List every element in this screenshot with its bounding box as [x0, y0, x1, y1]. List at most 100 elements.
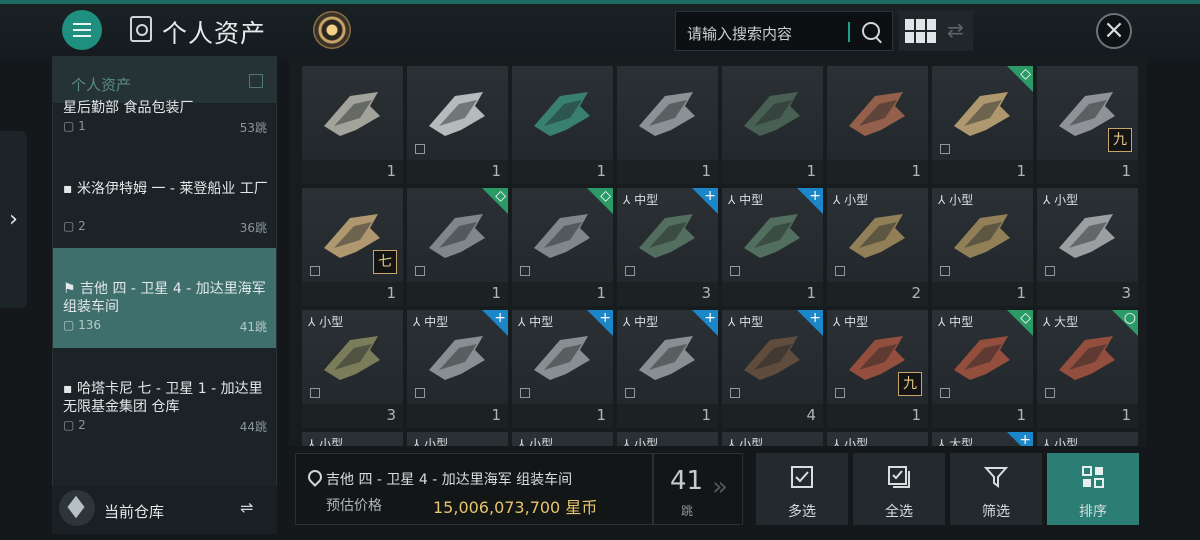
blueprint-icon — [520, 388, 530, 398]
asset-item[interactable]: ⅄ 小型 — [722, 432, 823, 446]
item-size-tag: ⅄ 小型 — [623, 437, 659, 446]
item-art-icon — [639, 92, 695, 136]
asset-item[interactable]: 1九 — [1037, 66, 1138, 184]
blueprint-icon — [310, 266, 320, 276]
asset-item[interactable]: 3 ⅄ 小型 — [1037, 188, 1138, 306]
blueprint-icon — [415, 144, 425, 154]
asset-item[interactable]: ⅄ 小型 — [302, 432, 403, 446]
item-quantity: 1 — [806, 284, 816, 302]
grid-view-icon[interactable] — [905, 19, 936, 43]
item-level-badge: 九 — [898, 372, 922, 396]
asset-item[interactable]: 1 — [827, 66, 928, 184]
location-item[interactable] — [53, 448, 276, 490]
edit-icon[interactable] — [249, 74, 263, 88]
asset-item[interactable]: 4 ⅄ 中型 + — [722, 310, 823, 428]
switch-view-icon[interactable]: ⇄ — [947, 18, 964, 42]
asset-item[interactable]: 1 — [302, 66, 403, 184]
asset-item[interactable]: 1 ◇ — [407, 188, 508, 306]
current-warehouse-bar[interactable]: 当前仓库 ⇌ — [52, 486, 277, 534]
item-size-tag: ⅄ 中型 — [518, 315, 554, 329]
diamond-icon: ◇ — [1020, 66, 1031, 82]
sort-label: 排序 — [1079, 504, 1107, 520]
asset-item[interactable]: ⅄ 大型 + — [932, 432, 1033, 446]
asset-item[interactable]: ⅄ 小型 — [407, 432, 508, 446]
item-quantity: 1 — [911, 162, 921, 180]
asset-item[interactable]: 3 ⅄ 中型 + — [617, 188, 718, 306]
location-item-selected[interactable]: ⚑ 吉他 四 - 卫星 4 - 加达里海军 组装车间 ▢ 136 41跳 — [53, 248, 276, 350]
asset-item[interactable]: 1 ⅄ 中型九 — [827, 310, 928, 428]
asset-item[interactable]: 1七 — [302, 188, 403, 306]
item-art-icon — [954, 336, 1010, 380]
sort-button[interactable]: 排序 — [1047, 453, 1139, 525]
asset-item[interactable]: ⅄ 小型 — [1037, 432, 1138, 446]
selected-location: 吉他 四 - 卫星 4 - 加达里海军 组装车间 — [326, 472, 573, 488]
asset-item[interactable]: 1 — [617, 66, 718, 184]
asset-item[interactable]: 1 ⅄ 中型 ◇ — [932, 310, 1033, 428]
asset-item[interactable]: ⅄ 小型 — [827, 432, 928, 446]
blueprint-icon — [940, 388, 950, 398]
location-jumps: 53跳 — [239, 121, 267, 135]
item-art-icon — [429, 336, 485, 380]
location-item[interactable]: ▪ 哈塔卡尼 七 - 卫星 1 - 加达里无限基金集团 仓库 ▢ 2 44跳 — [53, 348, 276, 450]
menu-button[interactable] — [62, 10, 102, 50]
corporation-emblem-icon[interactable] — [313, 11, 351, 49]
asset-item[interactable]: 1 — [722, 66, 823, 184]
location-item[interactable]: ▪ 米洛伊特姆 一 - 莱登船业 工厂 ▢ 2 36跳 — [53, 149, 276, 250]
asset-item[interactable]: ⅄ 小型 — [617, 432, 718, 446]
item-quantity: 1 — [701, 406, 711, 424]
blueprint-icon — [1045, 388, 1055, 398]
close-button[interactable]: × — [1096, 13, 1132, 49]
item-art-icon — [954, 92, 1010, 136]
item-quantity: 1 — [806, 162, 816, 180]
swap-icon[interactable]: ⇌ — [240, 498, 253, 517]
select-all-icon — [888, 466, 910, 488]
location-jumps: 44跳 — [239, 420, 267, 434]
item-quantity: 1 — [491, 406, 501, 424]
multi-select-label: 多选 — [788, 504, 816, 520]
item-level-badge: 七 — [373, 250, 397, 274]
location-item[interactable]: 星后勤部 食品包装厂 ▢ 1 53跳 — [53, 100, 276, 151]
blueprint-icon — [940, 266, 950, 276]
asset-item[interactable]: 1 ⅄ 大型 ○ — [1037, 310, 1138, 428]
asset-item[interactable]: 2 ⅄ 小型 — [827, 188, 928, 306]
select-all-button[interactable]: 全选 — [853, 453, 945, 525]
item-art-icon — [429, 92, 485, 136]
blueprint-icon — [625, 388, 635, 398]
asset-item[interactable]: 1 ⅄ 中型 + — [722, 188, 823, 306]
item-art-icon — [639, 336, 695, 380]
view-toggle[interactable]: ⇄ — [899, 11, 973, 51]
asset-item[interactable]: 1 ⅄ 小型 — [932, 188, 1033, 306]
plus-icon: + — [599, 310, 611, 326]
search-placeholder: 请输入搜索内容 — [687, 25, 793, 43]
item-size-tag: ⅄ 中型 — [728, 193, 764, 207]
expand-side-tab[interactable]: › — [0, 131, 27, 308]
item-quantity: 1 — [1121, 162, 1131, 180]
asset-item[interactable]: 1 ◇ — [512, 188, 613, 306]
multi-select-button[interactable]: 多选 — [756, 453, 848, 525]
blueprint-icon — [415, 266, 425, 276]
asset-item[interactable]: 1 — [512, 66, 613, 184]
search-icon[interactable] — [862, 22, 880, 40]
asset-item[interactable]: 1 ⅄ 中型 + — [617, 310, 718, 428]
item-level-badge: 九 — [1108, 128, 1132, 152]
filter-button[interactable]: 筛选 — [950, 453, 1042, 525]
asset-item[interactable]: 1 — [407, 66, 508, 184]
item-quantity: 1 — [1016, 162, 1026, 180]
blueprint-icon — [1045, 266, 1055, 276]
item-art-icon — [744, 336, 800, 380]
asset-item[interactable]: 1 ◇ — [932, 66, 1033, 184]
item-art-icon — [534, 214, 590, 258]
asset-item[interactable]: ⅄ 小型 — [512, 432, 613, 446]
jump-count[interactable]: 41 跳 » — [653, 453, 743, 525]
item-size-tag: ⅄ 小型 — [1043, 437, 1079, 446]
item-size-tag: ⅄ 中型 — [623, 315, 659, 329]
blueprint-icon — [730, 388, 740, 398]
item-size-tag: ⅄ 中型 — [623, 193, 659, 207]
item-quantity: 1 — [701, 162, 711, 180]
asset-item[interactable]: 1 ⅄ 中型 + — [407, 310, 508, 428]
blueprint-icon — [415, 388, 425, 398]
asset-item[interactable]: 1 ⅄ 中型 + — [512, 310, 613, 428]
asset-item[interactable]: 3 ⅄ 小型 — [302, 310, 403, 428]
search-input[interactable]: 请输入搜索内容 — [675, 11, 893, 51]
item-quantity: 1 — [386, 162, 396, 180]
